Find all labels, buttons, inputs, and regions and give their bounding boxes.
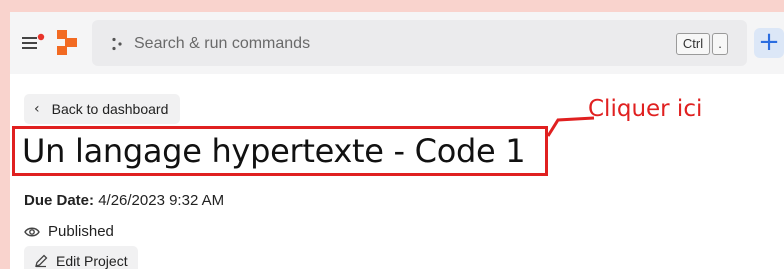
command-search-bar[interactable]: Ctrl . [92, 20, 747, 66]
app-window: Ctrl . + ‹ Back to dashboard Un langage … [10, 12, 784, 269]
add-button[interactable]: + [754, 28, 784, 58]
eye-icon [24, 227, 40, 236]
top-bar: Ctrl . + [10, 12, 784, 74]
due-date-value: 4/26/2023 9:32 AM [98, 192, 225, 209]
status-badge: Published [24, 223, 114, 240]
back-to-dashboard-button[interactable]: ‹ Back to dashboard [24, 94, 181, 124]
shortcut-key-ctrl: Ctrl [676, 33, 710, 55]
command-dots-icon [112, 37, 122, 51]
status-label: Published [48, 223, 114, 240]
edit-project-button[interactable]: Edit Project [24, 246, 138, 269]
annotation-label: Cliquer ici [588, 96, 703, 122]
edit-button-label: Edit Project [56, 253, 128, 269]
due-date-label: Due Date: [24, 192, 95, 209]
due-date: Due Date: 4/26/2023 9:32 AM [24, 192, 224, 209]
app-logo-icon[interactable] [54, 28, 80, 58]
highlight-box [12, 126, 548, 176]
back-button-label: Back to dashboard [51, 101, 169, 117]
pencil-icon [35, 254, 48, 268]
shortcut-key-period: . [712, 33, 728, 55]
menu-icon[interactable] [22, 32, 46, 54]
chevron-left-icon: ‹ [34, 101, 40, 117]
search-input[interactable] [132, 32, 616, 56]
